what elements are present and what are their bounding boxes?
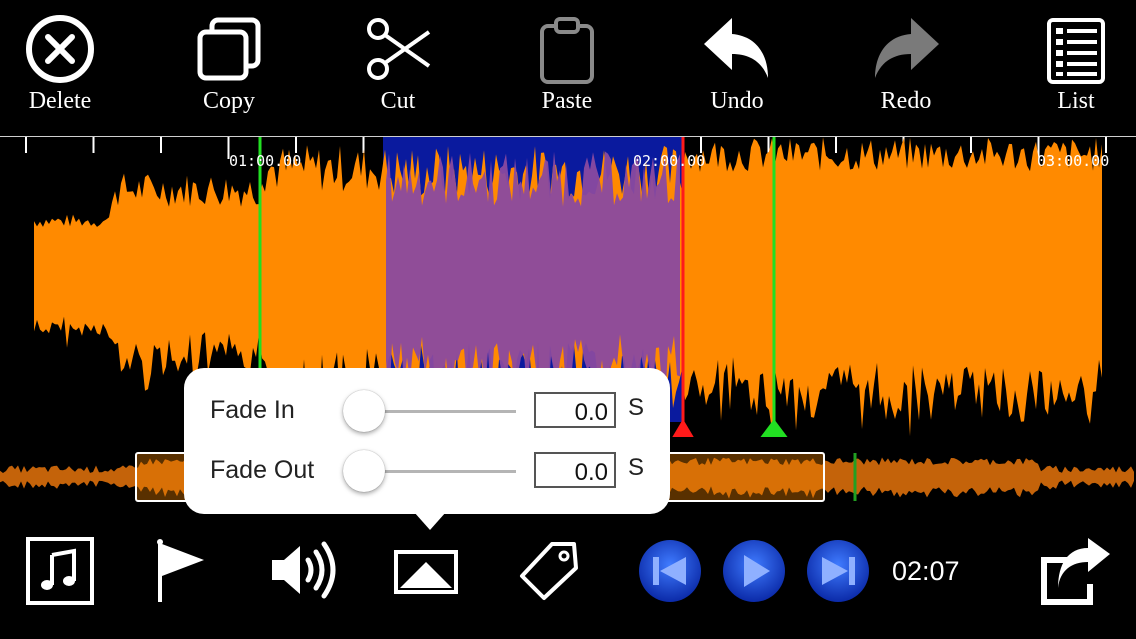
clipboard-icon <box>540 17 594 84</box>
fade-out-label: Fade Out <box>210 456 315 484</box>
list-icon <box>1047 18 1105 84</box>
redo-button[interactable]: Redo <box>841 14 971 115</box>
undo-label: Undo <box>710 88 764 114</box>
cut-label: Cut <box>380 88 416 114</box>
scissors-icon <box>367 18 431 80</box>
fade-in-slider-thumb[interactable] <box>343 390 385 432</box>
fade-out-slider-thumb[interactable] <box>343 450 385 492</box>
fade-popover: Fade In 0.0 S Fade Out 0.0 S <box>184 368 670 530</box>
list-button[interactable]: List <box>1011 14 1136 115</box>
fade-in-value-field[interactable]: 0.0 <box>534 392 616 428</box>
copy-button[interactable]: Copy <box>164 14 294 115</box>
fade-out-unit: S <box>628 454 645 481</box>
fade-out-row: Fade Out 0.0 S <box>184 442 670 502</box>
copy-icon <box>197 17 261 81</box>
tag-icon <box>520 542 578 600</box>
copy-label: Copy <box>202 88 255 114</box>
fade-icon <box>394 550 458 594</box>
marker-flag-button[interactable] <box>150 538 210 609</box>
list-label: List <box>1057 88 1095 114</box>
music-library-button[interactable] <box>26 537 94 610</box>
paste-button[interactable]: Paste <box>502 14 632 115</box>
tick-label-2: 02:00.00 <box>633 152 706 170</box>
skip-back-icon <box>639 540 701 602</box>
flag-icon <box>157 539 204 602</box>
tag-button[interactable] <box>518 540 580 607</box>
skip-back-button[interactable] <box>638 539 702 608</box>
fade-button[interactable] <box>394 550 458 599</box>
redo-label: Redo <box>880 88 932 114</box>
share-icon <box>1041 538 1110 605</box>
undo-button[interactable]: Undo <box>672 14 802 115</box>
redo-arrow-icon <box>875 18 939 78</box>
tick-label-3: 03:00.00 <box>1037 152 1110 170</box>
tick-label-1: 01:00.00 <box>229 152 302 170</box>
skip-forward-icon <box>807 540 869 602</box>
fade-out-value-field[interactable]: 0.0 <box>534 452 616 488</box>
delete-label: Delete <box>28 88 92 114</box>
fade-in-row: Fade In 0.0 S <box>184 382 670 442</box>
share-button[interactable] <box>1040 536 1112 611</box>
cut-button[interactable]: Cut <box>333 14 463 115</box>
volume-icon <box>272 541 336 599</box>
edit-toolbar: Delete Copy Cut Paste Undo Redo List <box>0 0 1136 136</box>
skip-forward-button[interactable] <box>806 539 870 608</box>
music-note-icon <box>26 537 94 605</box>
undo-arrow-icon <box>704 18 768 78</box>
delete-icon <box>26 15 94 83</box>
paste-label: Paste <box>541 88 593 114</box>
fade-in-label: Fade In <box>210 396 295 424</box>
fade-in-unit: S <box>628 394 645 421</box>
marker-handle-2[interactable] <box>750 419 798 437</box>
delete-button[interactable]: Delete <box>0 14 125 115</box>
volume-button[interactable] <box>268 540 340 605</box>
fade-in-slider[interactable] <box>343 390 516 432</box>
play-icon <box>723 540 785 602</box>
play-button[interactable] <box>722 539 786 608</box>
fade-out-slider[interactable] <box>343 450 516 492</box>
current-time: 02:07 <box>892 556 960 586</box>
